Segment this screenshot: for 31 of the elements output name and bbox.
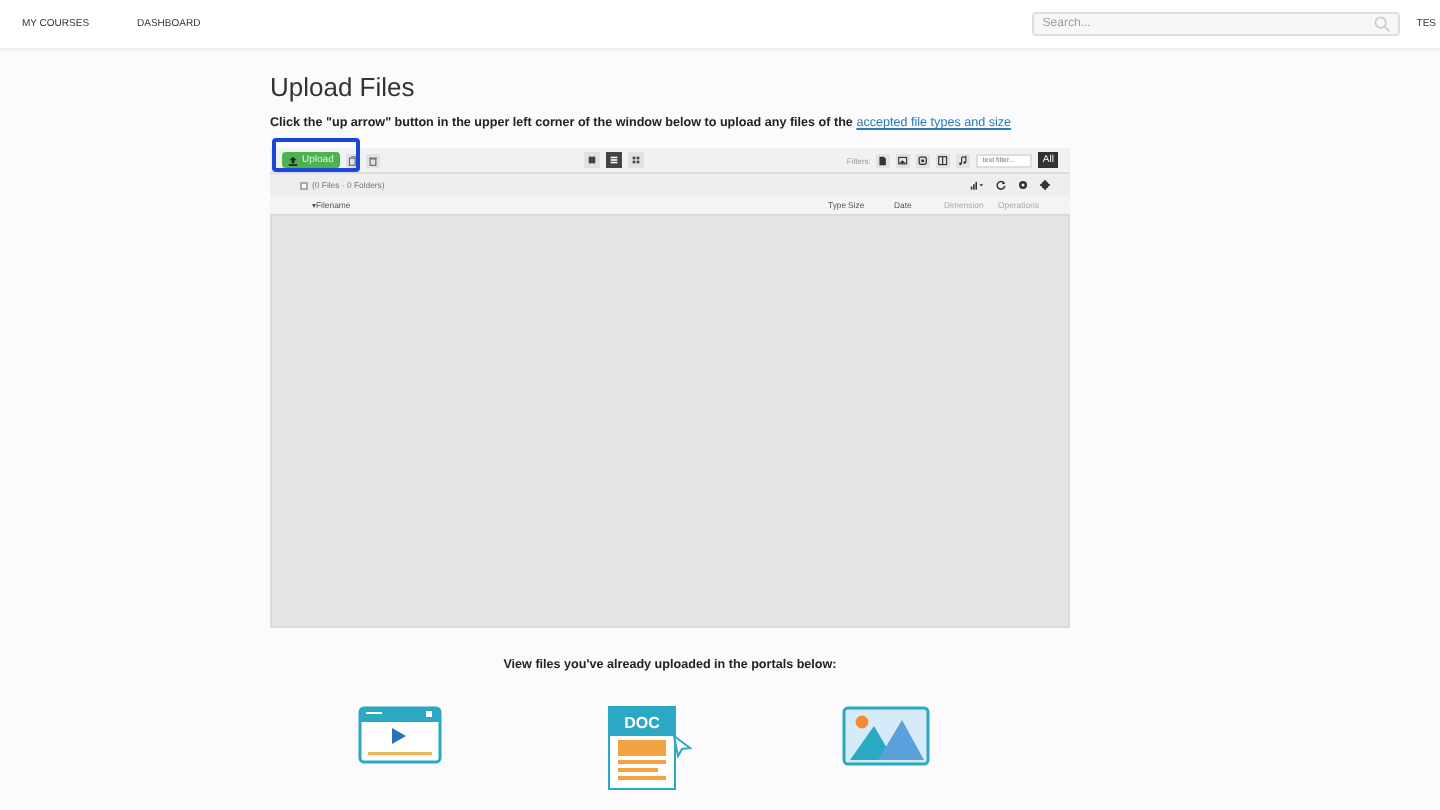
highlight-annotation xyxy=(272,138,360,172)
list-view-icon xyxy=(587,156,596,164)
gear-icon[interactable] xyxy=(1040,180,1050,190)
copy-icon xyxy=(347,155,358,165)
trash-icon xyxy=(367,155,378,165)
delete-button[interactable] xyxy=(365,153,380,167)
filter-button[interactable] xyxy=(876,153,891,167)
view-mode-button[interactable] xyxy=(583,152,600,168)
upload-icon xyxy=(288,155,298,165)
sort-icon[interactable] xyxy=(970,180,984,190)
settings-icon[interactable] xyxy=(1018,180,1028,190)
filter-button[interactable] xyxy=(936,153,951,167)
archive-icon xyxy=(938,155,949,165)
view-mode-button[interactable] xyxy=(605,152,622,168)
filter-button[interactable] xyxy=(956,153,971,167)
refresh-icon[interactable] xyxy=(996,180,1006,190)
video-course-icon[interactable] xyxy=(358,706,442,766)
cursor-icon xyxy=(672,734,692,758)
filter-button[interactable] xyxy=(896,153,911,167)
page-title: Upload Files xyxy=(270,72,417,102)
document-badge-text: DOC xyxy=(610,708,674,736)
file-icon xyxy=(878,155,889,165)
grid-view-icon xyxy=(631,156,640,164)
media-icon xyxy=(918,155,929,165)
filter-button[interactable] xyxy=(916,153,931,167)
select-all-checkbox[interactable] xyxy=(300,181,308,189)
view-mode-button[interactable] xyxy=(627,152,644,168)
detail-view-icon xyxy=(609,156,618,164)
image-icon xyxy=(898,155,909,165)
document-lines-drawing xyxy=(612,736,672,780)
music-note-icon xyxy=(958,155,969,165)
